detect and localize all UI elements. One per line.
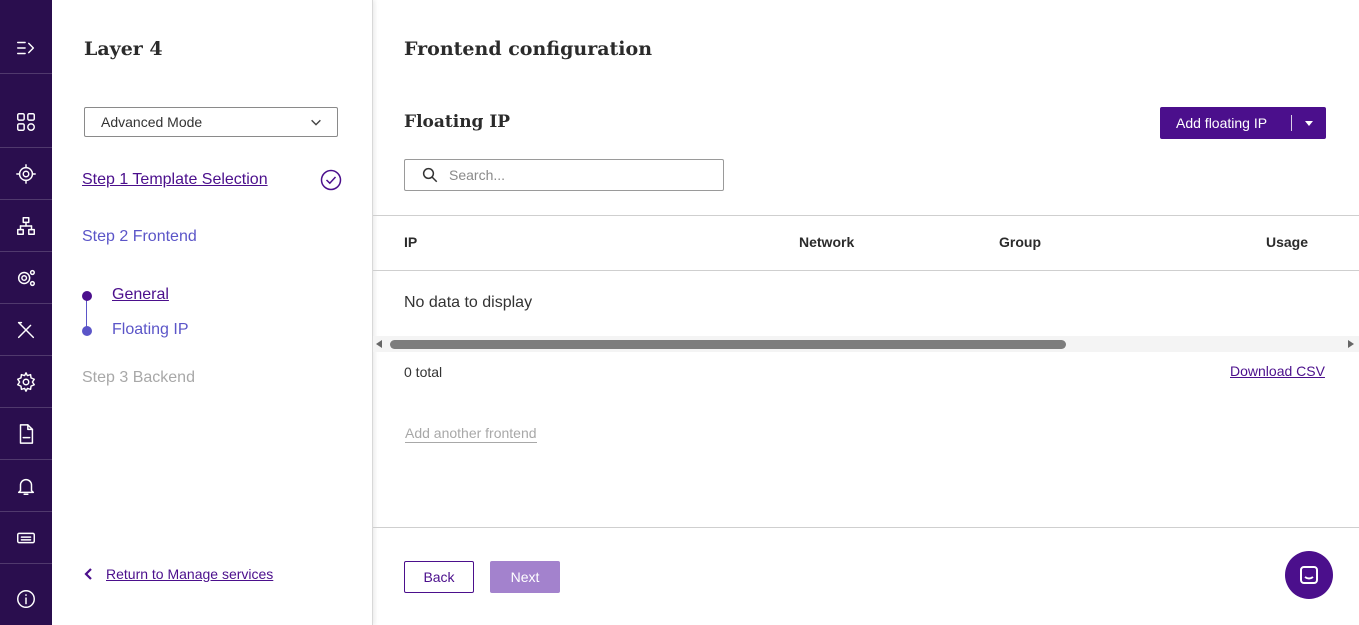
scroll-right-icon[interactable] (1348, 340, 1354, 348)
rail-item-settings[interactable] (0, 357, 52, 408)
network-icon (17, 217, 35, 235)
search-icon (422, 167, 438, 183)
rail-item-info[interactable] (0, 573, 52, 624)
search-box (404, 159, 724, 191)
next-button[interactable]: Next (490, 561, 560, 593)
icon-rail (0, 0, 52, 625)
expand-menu-button[interactable] (0, 23, 52, 74)
back-button[interactable]: Back (404, 561, 474, 593)
substep-dot-floating-ip (82, 326, 92, 336)
total-count: 0 total (404, 364, 443, 380)
rail-item-services[interactable] (0, 253, 52, 304)
ticket-icon (17, 532, 35, 544)
add-another-frontend-link: Add another frontend (405, 425, 537, 443)
substep-general-link[interactable]: General (112, 286, 169, 304)
rail-item-logs[interactable] (0, 409, 52, 460)
check-circle-icon (320, 169, 342, 191)
substep-floating-ip-label: Floating IP (112, 321, 189, 338)
substep-connector (86, 296, 87, 330)
add-floating-ip-label: Add floating IP (1176, 115, 1268, 131)
return-link[interactable]: Return to Manage services (82, 566, 273, 582)
multi-gear-icon (17, 269, 35, 287)
chevron-left-icon (84, 568, 92, 580)
search-input[interactable] (447, 166, 711, 184)
column-header-ip[interactable]: IP (404, 234, 417, 250)
footer-divider (373, 527, 1359, 528)
table-header: IP Network Group Usage (373, 216, 1359, 271)
sidebar-title: Layer 4 (84, 38, 163, 60)
scrollbar-thumb[interactable] (390, 340, 1066, 349)
chat-launcher[interactable] (1285, 551, 1333, 599)
scroll-left-icon[interactable] (376, 340, 382, 348)
expand-menu-icon (17, 41, 35, 55)
info-icon (17, 589, 35, 608)
mode-select[interactable]: Advanced Mode (84, 107, 338, 137)
caret-down-icon (1305, 121, 1313, 126)
rail-item-network[interactable] (0, 201, 52, 252)
empty-state-text: No data to display (404, 294, 533, 311)
return-link-label: Return to Manage services (106, 566, 274, 582)
section-title: Floating IP (404, 112, 511, 132)
rail-item-notifications[interactable] (0, 461, 52, 512)
column-header-network[interactable]: Network (799, 234, 854, 250)
main-content: Frontend configuration Floating IP Add f… (373, 0, 1359, 625)
substep-dot-general (82, 291, 92, 301)
bell-icon (17, 478, 35, 495)
rail-item-tickets[interactable] (0, 513, 52, 564)
settings-icon (17, 372, 35, 392)
add-floating-ip-button[interactable]: Add floating IP (1160, 107, 1326, 139)
mode-select-value: Advanced Mode (101, 114, 203, 130)
chat-icon (1300, 566, 1318, 584)
dashboard-icon (17, 113, 35, 131)
step-3-label: Step 3 Backend (82, 369, 195, 386)
add-floating-ip-dropdown[interactable] (1292, 118, 1326, 128)
horizontal-scrollbar[interactable] (373, 336, 1359, 352)
page-title: Frontend configuration (404, 38, 653, 60)
step-2-label: Step 2 Frontend (82, 228, 197, 245)
column-header-group[interactable]: Group (999, 234, 1041, 250)
step-1-link[interactable]: Step 1 Template Selection (82, 171, 268, 189)
wizard-sidebar: Layer 4 Advanced Mode Step 1 Template Se… (52, 0, 373, 625)
rail-item-tools[interactable] (0, 305, 52, 356)
hub-gear-icon (16, 164, 36, 184)
rail-item-dashboard[interactable] (0, 97, 52, 148)
chevron-down-icon (311, 119, 321, 126)
log-file-icon (19, 424, 34, 444)
download-csv-link[interactable]: Download CSV (1230, 363, 1325, 379)
button-divider (1291, 115, 1292, 131)
column-header-usage[interactable]: Usage (1266, 234, 1308, 250)
tools-icon (17, 321, 35, 339)
rail-item-hub[interactable] (0, 149, 52, 200)
